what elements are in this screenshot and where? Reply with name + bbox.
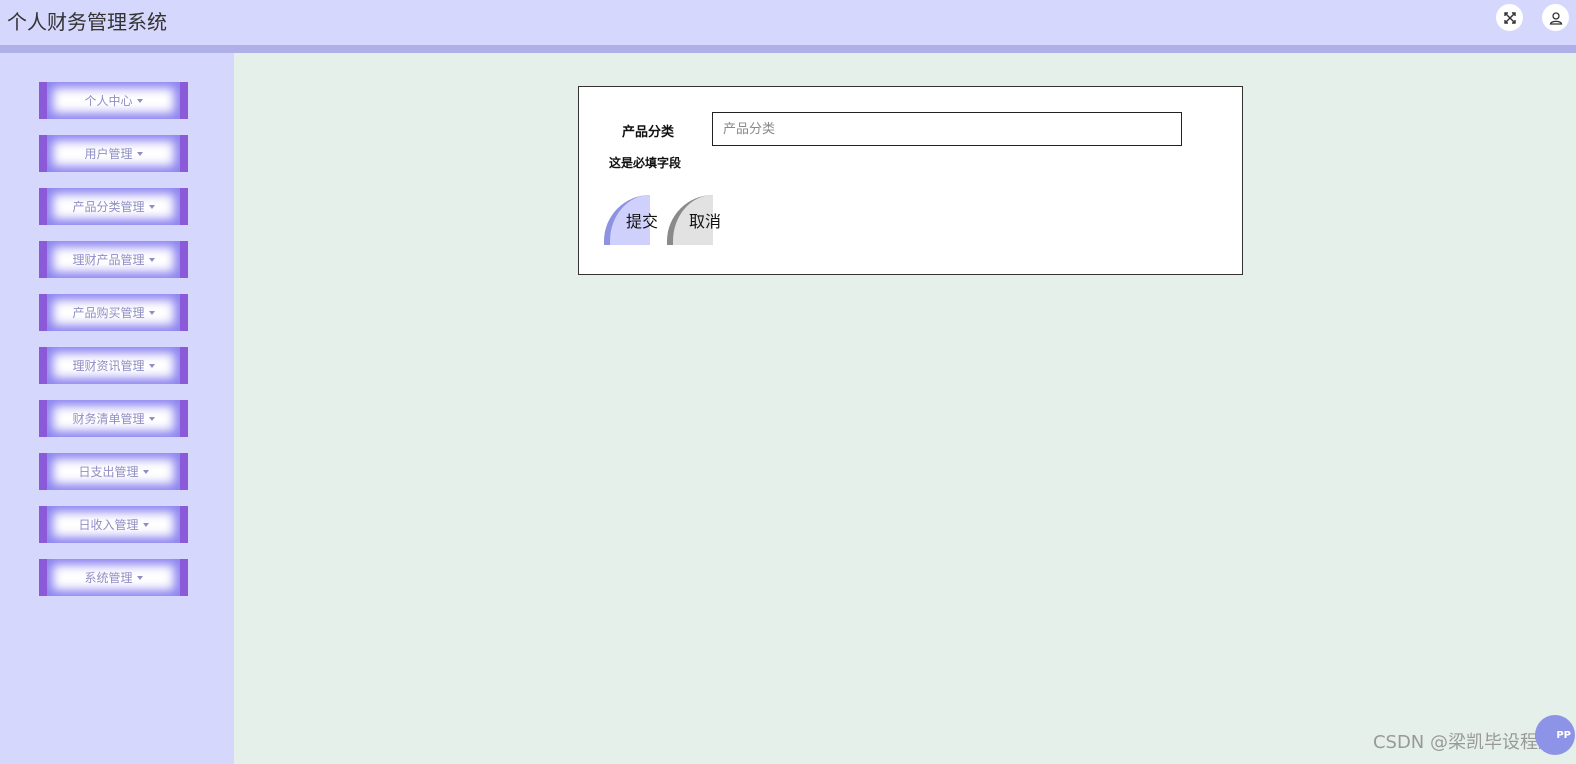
sidebar-item-label: 财务清单管理: [72, 412, 145, 426]
sidebar-item-finance-news[interactable]: 理财资讯管理: [39, 347, 188, 384]
caret-down-icon: [148, 310, 155, 315]
sidebar-item-personal-center[interactable]: 个人中心: [39, 82, 188, 119]
caret-down-icon: [142, 469, 149, 474]
caret-down-icon: [142, 522, 149, 527]
floating-button-label: PP: [1556, 729, 1571, 741]
sidebar-item-product-category[interactable]: 产品分类管理: [39, 188, 188, 225]
category-input[interactable]: [712, 112, 1182, 146]
caret-down-icon: [148, 363, 155, 368]
watermark: CSDN @梁凯毕设程序: [1372, 732, 1556, 753]
submit-button-label: 提交: [626, 212, 659, 231]
sidebar-item-product-purchase[interactable]: 产品购买管理: [39, 294, 188, 331]
sidebar-item-label: 理财产品管理: [72, 253, 145, 267]
sidebar-item-label: 日收入管理: [78, 518, 139, 532]
submit-button[interactable]: 提交: [604, 195, 658, 245]
app-title: 个人财务管理系统: [7, 10, 167, 34]
sidebar-item-label: 个人中心: [84, 94, 133, 108]
sidebar-item-label: 产品购买管理: [72, 306, 145, 320]
caret-down-icon: [148, 257, 155, 262]
sidebar-item-label: 理财资讯管理: [72, 359, 145, 373]
sidebar-item-label: 日支出管理: [78, 465, 139, 479]
caret-down-icon: [136, 98, 143, 103]
header-divider: [0, 45, 1576, 53]
required-hint: 这是必填字段: [609, 156, 682, 170]
sidebar-item-user-management[interactable]: 用户管理: [39, 135, 188, 172]
cancel-button[interactable]: 取消: [667, 195, 721, 245]
sidebar-item-label: 系统管理: [84, 571, 133, 585]
sidebar: 个人中心 用户管理 产品分类管理 理财产品管理 产品购买管理 理财资讯管理 财务…: [0, 53, 234, 764]
category-form: 产品分类 这是必填字段 提交 取消: [578, 86, 1243, 275]
user-icon: [1549, 11, 1562, 25]
fullscreen-icon: [1503, 11, 1516, 24]
caret-down-icon: [136, 151, 143, 156]
sidebar-item-label: 用户管理: [84, 147, 133, 161]
category-label: 产品分类: [622, 125, 675, 140]
sidebar-item-system-management[interactable]: 系统管理: [39, 559, 188, 596]
sidebar-item-finance-list[interactable]: 财务清单管理: [39, 400, 188, 437]
floating-action-button[interactable]: PP: [1535, 715, 1575, 755]
cancel-button-label: 取消: [689, 212, 722, 231]
caret-down-icon: [148, 416, 155, 421]
sidebar-item-daily-expense[interactable]: 日支出管理: [39, 453, 188, 490]
fullscreen-button[interactable]: [1496, 4, 1523, 31]
caret-down-icon: [148, 204, 155, 209]
user-button[interactable]: [1542, 4, 1569, 31]
sidebar-item-daily-income[interactable]: 日收入管理: [39, 506, 188, 543]
top-header: 个人财务管理系统: [0, 0, 1576, 45]
sidebar-item-finance-product[interactable]: 理财产品管理: [39, 241, 188, 278]
sidebar-item-label: 产品分类管理: [72, 200, 145, 214]
caret-down-icon: [136, 575, 143, 580]
